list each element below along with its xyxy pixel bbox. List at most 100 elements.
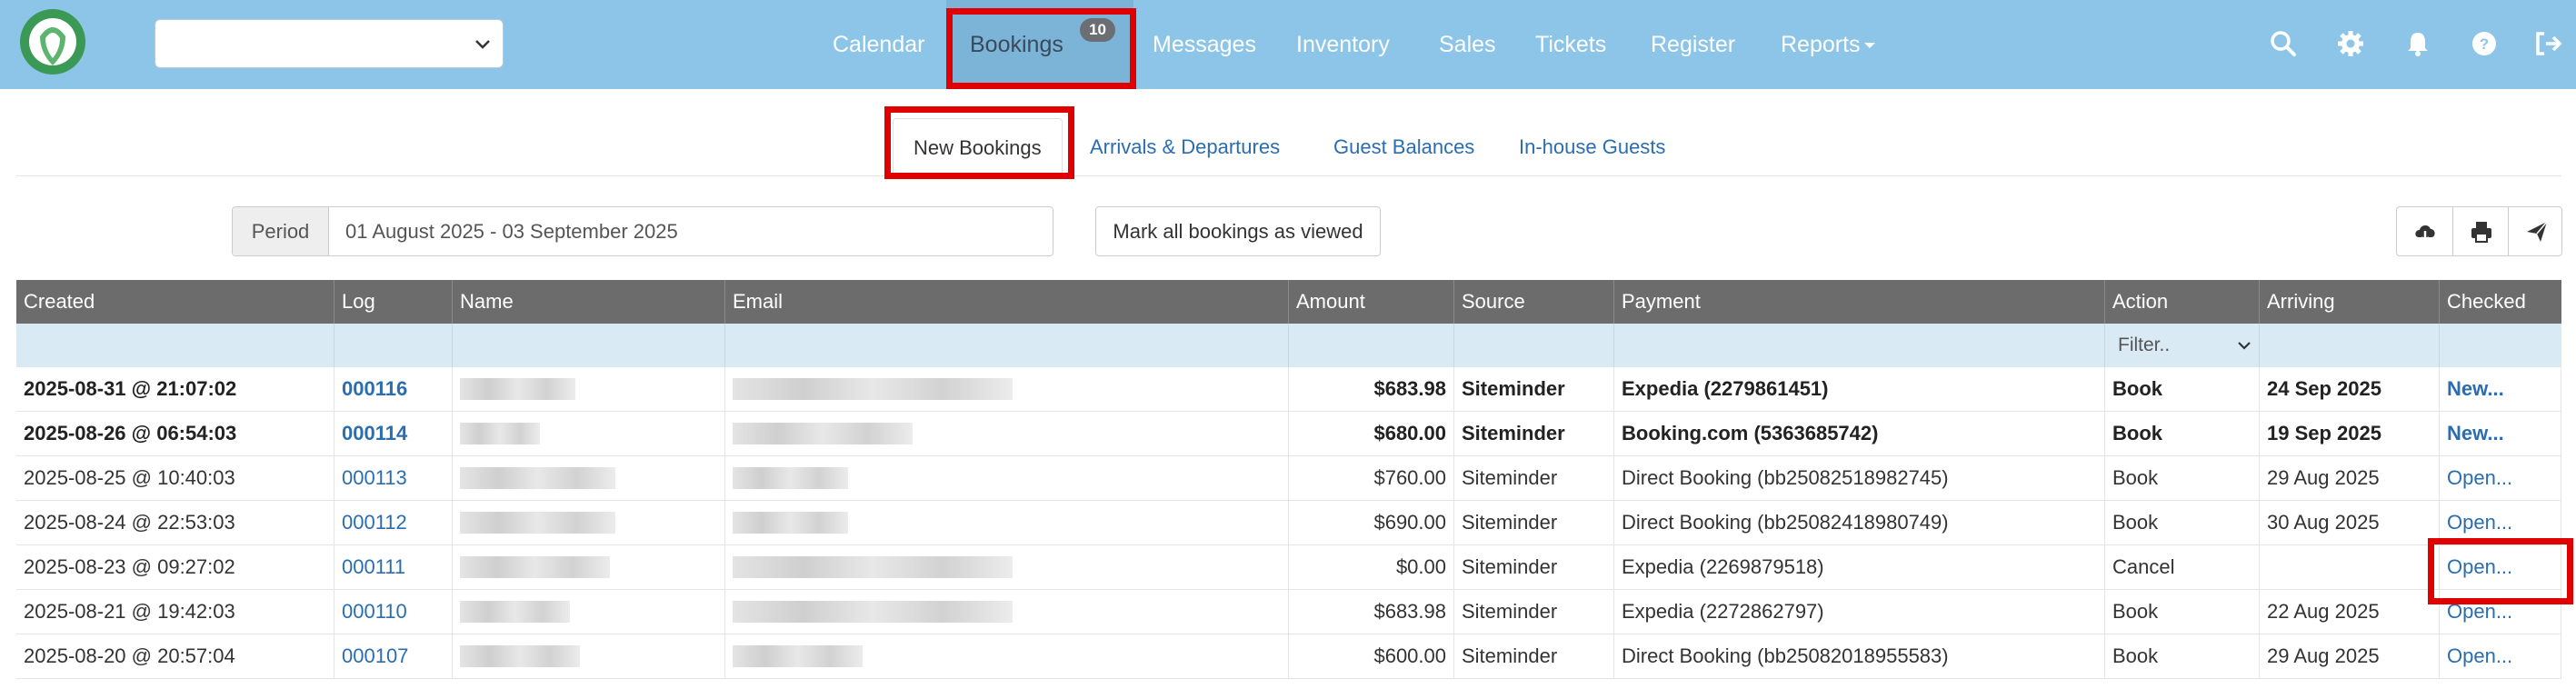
cell-email <box>725 456 1289 500</box>
gear-icon[interactable] <box>2335 28 2366 59</box>
help-icon[interactable]: ? <box>2469 28 2500 59</box>
cell-source: Siteminder <box>1454 590 1614 634</box>
nav-bookings[interactable]: Bookings 10 <box>946 0 1133 89</box>
bell-icon[interactable] <box>2402 28 2433 59</box>
action-filter-select[interactable]: Filter.. <box>2107 330 2261 361</box>
checked-link[interactable]: Open... <box>2447 466 2512 489</box>
col-action[interactable]: Action <box>2105 280 2260 324</box>
tab-in-house-guests[interactable]: In-house Guests <box>1519 118 1665 176</box>
col-source[interactable]: Source <box>1454 280 1614 324</box>
cell-checked[interactable]: New... <box>2440 412 2561 455</box>
cell-payment: Booking.com (5363685742) <box>1614 412 2105 455</box>
bookings-count-badge: 10 <box>1080 18 1115 42</box>
cell-checked[interactable]: Open... <box>2440 545 2561 589</box>
period-value[interactable]: 01 August 2025 - 03 September 2025 <box>345 207 678 255</box>
cell-arriving: 24 Sep 2025 <box>2260 367 2440 411</box>
cell-log[interactable]: 000111 <box>334 545 453 589</box>
checked-link[interactable]: Open... <box>2447 600 2512 623</box>
col-amount[interactable]: Amount <box>1289 280 1454 324</box>
cell-email <box>725 545 1289 589</box>
cell-log[interactable]: 000113 <box>334 456 453 500</box>
checked-link[interactable]: New... <box>2447 377 2504 400</box>
cell-name <box>453 367 725 411</box>
nav-reports[interactable]: Reports <box>1781 0 1875 89</box>
log-link[interactable]: 000107 <box>342 644 408 667</box>
checked-link[interactable]: Open... <box>2447 644 2512 667</box>
col-name[interactable]: Name <box>453 280 725 324</box>
period-date-range[interactable]: Period 01 August 2025 - 03 September 202… <box>232 206 1053 256</box>
cell-log[interactable]: 000112 <box>334 501 453 544</box>
checked-link[interactable]: Open... <box>2447 511 2512 534</box>
filter-cell <box>334 324 453 367</box>
nav-reports-label: Reports <box>1781 32 1861 57</box>
cell-log[interactable]: 000116 <box>334 367 453 411</box>
print-button[interactable] <box>2452 207 2508 255</box>
checked-link[interactable]: New... <box>2447 422 2504 444</box>
svg-text:?: ? <box>2480 35 2489 53</box>
tab-guest-balances[interactable]: Guest Balances <box>1333 118 1474 176</box>
checked-link[interactable]: Open... <box>2447 555 2512 578</box>
cell-checked[interactable]: Open... <box>2440 501 2561 544</box>
nav-register[interactable]: Register <box>1651 0 1735 89</box>
nav-messages[interactable]: Messages <box>1153 0 1256 89</box>
nav-inventory[interactable]: Inventory <box>1296 0 1390 89</box>
col-email[interactable]: Email <box>725 280 1289 324</box>
chevron-down-icon <box>475 40 490 49</box>
download-button[interactable] <box>2397 207 2452 255</box>
print-icon <box>2471 222 2491 243</box>
redacted-name <box>460 423 540 444</box>
cell-email <box>725 590 1289 634</box>
cell-checked[interactable]: Open... <box>2440 634 2561 678</box>
cell-checked[interactable]: New... <box>2440 367 2561 411</box>
sign-out-icon[interactable] <box>2533 28 2564 59</box>
cell-email <box>725 634 1289 678</box>
cell-log[interactable]: 000110 <box>334 590 453 634</box>
cell-arriving: 19 Sep 2025 <box>2260 412 2440 455</box>
table-row[interactable]: 2025-08-21 @ 19:42:03 000110 $683.98 Sitemi… <box>16 590 2561 634</box>
cell-payment: Expedia (2272862797) <box>1614 590 2105 634</box>
app-logo[interactable] <box>18 5 87 78</box>
log-link[interactable]: 000111 <box>342 555 405 578</box>
table-row[interactable]: 2025-08-26 @ 06:54:03 000114 $680.00 Sitemi… <box>16 412 2561 456</box>
col-checked[interactable]: Checked <box>2440 280 2561 324</box>
search-icon[interactable] <box>2268 28 2299 59</box>
cell-amount: $683.98 <box>1289 590 1454 634</box>
log-link[interactable]: 000112 <box>342 511 407 534</box>
table-row[interactable]: 2025-08-25 @ 10:40:03 000113 $760.00 Sitemi… <box>16 456 2561 501</box>
cell-checked[interactable]: Open... <box>2440 456 2561 500</box>
cell-payment: Direct Booking (bb25082518982745) <box>1614 456 2105 500</box>
table-row[interactable]: 2025-08-24 @ 22:53:03 000112 $690.00 Sitemi… <box>16 501 2561 545</box>
nav-sales[interactable]: Sales <box>1439 0 1496 89</box>
table-row[interactable]: 2025-08-20 @ 20:57:04 000107 $600.00 Sitemi… <box>16 634 2561 679</box>
cell-payment: Direct Booking (bb25082018955583) <box>1614 634 2105 678</box>
cell-checked[interactable]: Open... <box>2440 590 2561 634</box>
cell-action: Book <box>2105 412 2260 455</box>
mark-all-viewed-button[interactable]: Mark all bookings as viewed <box>1095 206 1381 256</box>
log-link[interactable]: 000116 <box>342 377 407 400</box>
col-arriving[interactable]: Arriving <box>2260 280 2440 324</box>
col-created[interactable]: Created <box>16 280 334 324</box>
log-link[interactable]: 000114 <box>342 422 407 444</box>
cell-arriving: 22 Aug 2025 <box>2260 590 2440 634</box>
property-select[interactable] <box>155 19 504 68</box>
col-payment[interactable]: Payment <box>1614 280 2105 324</box>
send-button[interactable] <box>2508 207 2563 255</box>
filter-cell <box>16 324 334 367</box>
cell-source: Siteminder <box>1454 412 1614 455</box>
table-row[interactable]: 2025-08-31 @ 21:07:02 000116 $683.98 Sitemi… <box>16 367 2561 412</box>
cell-log[interactable]: 000107 <box>334 634 453 678</box>
table-row[interactable]: 2025-08-23 @ 09:27:02 000111 $0.00 Sitemind… <box>16 545 2561 590</box>
cell-source: Siteminder <box>1454 545 1614 589</box>
cell-log[interactable]: 000114 <box>334 412 453 455</box>
nav-calendar[interactable]: Calendar <box>833 0 924 89</box>
col-log[interactable]: Log <box>334 280 453 324</box>
cell-created: 2025-08-21 @ 19:42:03 <box>16 590 334 634</box>
tab-arrivals-departures[interactable]: Arrivals & Departures <box>1090 118 1280 176</box>
log-link[interactable]: 000110 <box>342 600 407 623</box>
redacted-name <box>460 378 575 400</box>
tab-new-bookings[interactable]: New Bookings <box>893 118 1063 176</box>
nav-tickets[interactable]: Tickets <box>1535 0 1606 89</box>
action-filter-value: Filter.. <box>2118 335 2171 355</box>
log-link[interactable]: 000113 <box>342 466 407 489</box>
redacted-email <box>733 378 1013 400</box>
